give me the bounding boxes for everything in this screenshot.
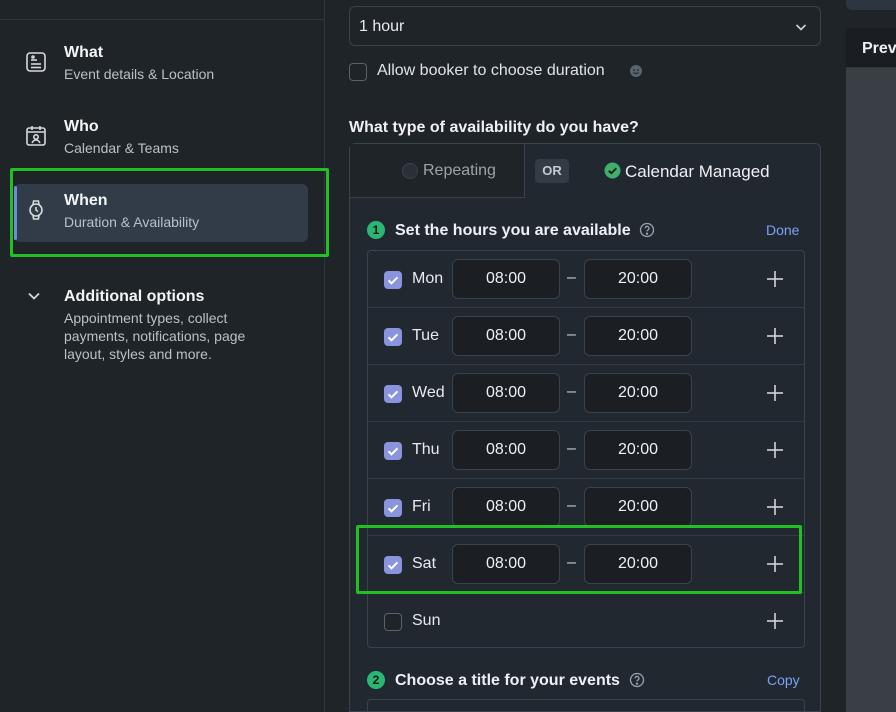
- day-label: Mon: [412, 270, 444, 287]
- day-checkbox[interactable]: [384, 328, 402, 346]
- availability-card: Repeating OR Calendar Managed 1 Set the …: [349, 143, 821, 712]
- chevron-down-icon: [28, 292, 40, 300]
- preview-panel: Prev: [846, 28, 896, 712]
- plus-icon[interactable]: [766, 270, 784, 288]
- sidebar-item-who[interactable]: Who Calendar & Teams: [14, 110, 308, 168]
- plus-icon[interactable]: [766, 555, 784, 573]
- day-row-fri: Fri 08:00 – 20:00: [368, 479, 804, 536]
- day-label: Thu: [412, 441, 440, 458]
- day-label: Sun: [412, 612, 441, 629]
- step-2-title: Choose a title for your events: [395, 672, 620, 689]
- radio-repeating[interactable]: [402, 163, 418, 179]
- sidebar-item-subtitle: Duration & Availability: [64, 214, 200, 230]
- tab-calendar-label: Calendar Managed: [625, 162, 770, 181]
- preview-title: Prev: [862, 40, 896, 57]
- allow-duration-checkbox[interactable]: [349, 63, 367, 81]
- day-label: Tue: [412, 327, 439, 344]
- tab-repeating-label: Repeating: [423, 162, 496, 179]
- plus-icon[interactable]: [766, 498, 784, 516]
- document-icon: [26, 52, 46, 72]
- day-checkbox[interactable]: [384, 271, 402, 289]
- day-label: Wed: [412, 384, 445, 401]
- step-1-badge: 1: [367, 221, 385, 239]
- copy-link[interactable]: Copy: [767, 672, 800, 688]
- range-separator: –: [567, 440, 576, 457]
- end-time-input[interactable]: 20:00: [584, 259, 692, 299]
- day-checkbox[interactable]: [384, 385, 402, 403]
- day-row-tue: Tue 08:00 – 20:00: [368, 308, 804, 365]
- sidebar-item-subtitle: Event details & Location: [64, 66, 215, 82]
- day-checkbox[interactable]: [384, 499, 402, 517]
- duration-select-value: 1 hour: [359, 18, 405, 35]
- sidebar: What Event details & Location Who Calend…: [0, 0, 325, 712]
- allow-duration-label: Allow booker to choose duration: [377, 62, 605, 79]
- duration-select[interactable]: 1 hour: [349, 6, 821, 46]
- plus-icon[interactable]: [766, 327, 784, 345]
- day-row-sun: Sun: [368, 593, 804, 650]
- end-time-input[interactable]: 20:00: [584, 487, 692, 527]
- plus-icon[interactable]: [766, 612, 784, 630]
- range-separator: –: [567, 326, 576, 343]
- additional-options-title: Additional options: [64, 288, 205, 305]
- calendar-user-icon: [26, 126, 46, 146]
- day-checkbox[interactable]: [384, 556, 402, 574]
- end-time-input[interactable]: 20:00: [584, 544, 692, 584]
- end-time-input[interactable]: 20:00: [584, 373, 692, 413]
- watch-icon: [29, 200, 43, 220]
- event-title-input[interactable]: [367, 699, 805, 712]
- preview-header: Prev: [846, 28, 896, 68]
- range-separator: –: [567, 497, 576, 514]
- availability-tabs: Repeating OR Calendar Managed: [350, 144, 820, 198]
- day-row-wed: Wed 08:00 – 20:00: [368, 365, 804, 422]
- start-time-input[interactable]: 08:00: [452, 430, 560, 470]
- or-badge: OR: [535, 159, 569, 183]
- step-2-badge: 2: [367, 671, 385, 689]
- day-label: Fri: [412, 498, 431, 515]
- done-link[interactable]: Done: [766, 222, 799, 238]
- range-separator: –: [567, 554, 576, 571]
- availability-question: What type of availability do you have?: [349, 119, 639, 136]
- divider: [0, 19, 325, 20]
- step-1-title: Set the hours you are available: [395, 222, 631, 239]
- range-separator: –: [567, 383, 576, 400]
- range-separator: –: [567, 269, 576, 286]
- start-time-input[interactable]: 08:00: [452, 316, 560, 356]
- end-time-input[interactable]: 20:00: [584, 316, 692, 356]
- start-time-input[interactable]: 08:00: [452, 487, 560, 527]
- hours-table: Mon 08:00 – 20:00 Tue 08:00 – 20:00 Wed …: [367, 250, 805, 648]
- start-time-input[interactable]: 08:00: [452, 544, 560, 584]
- day-label: Sat: [412, 555, 437, 572]
- end-time-input[interactable]: 20:00: [584, 430, 692, 470]
- start-time-input[interactable]: 08:00: [452, 259, 560, 299]
- day-checkbox[interactable]: [384, 442, 402, 460]
- sidebar-item-subtitle: Calendar & Teams: [64, 140, 179, 156]
- additional-options-description: Appointment types, collect payments, not…: [64, 310, 246, 362]
- sidebar-item-title: Who: [64, 118, 99, 135]
- check-circle-icon: [604, 162, 621, 179]
- start-time-input[interactable]: 08:00: [452, 373, 560, 413]
- sidebar-item-title: What: [64, 44, 104, 61]
- day-row-sat: Sat 08:00 – 20:00: [368, 536, 804, 593]
- tab-repeating[interactable]: Repeating: [350, 144, 525, 198]
- plus-icon[interactable]: [766, 441, 784, 459]
- sidebar-item-what[interactable]: What Event details & Location: [14, 36, 308, 94]
- top-right-button[interactable]: [846, 0, 896, 10]
- day-row-thu: Thu 08:00 – 20:00: [368, 422, 804, 479]
- help-icon[interactable]: [629, 672, 645, 688]
- info-icon[interactable]: [629, 64, 643, 78]
- day-checkbox[interactable]: [384, 613, 402, 631]
- chevron-down-icon: [795, 24, 807, 31]
- help-icon[interactable]: [639, 222, 655, 238]
- day-row-mon: Mon 08:00 – 20:00: [368, 251, 804, 308]
- sidebar-item-when[interactable]: When Duration & Availability: [14, 184, 308, 242]
- sidebar-item-title: When: [64, 192, 108, 209]
- plus-icon[interactable]: [766, 384, 784, 402]
